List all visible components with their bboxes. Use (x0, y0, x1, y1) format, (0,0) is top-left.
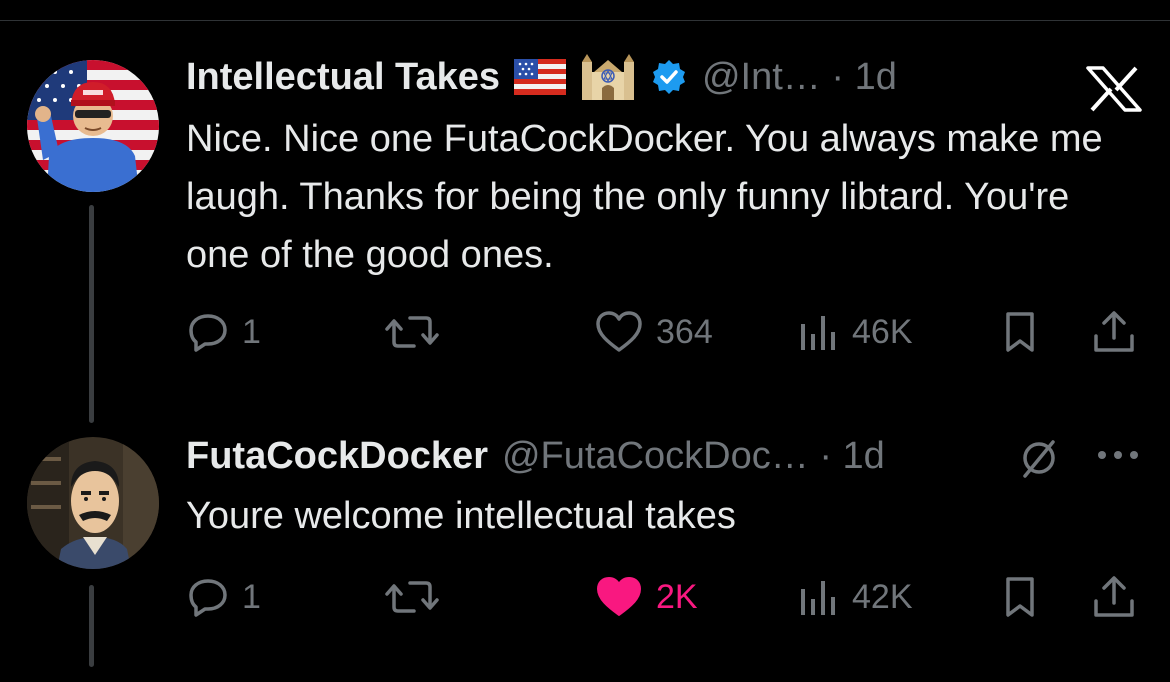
us-flag-emoji (513, 59, 566, 95)
retweet-icon (385, 581, 439, 613)
tweet-header: FutaCockDocker @FutaCockDoc… · 1d (186, 433, 885, 479)
handle-meta: @Int… · 1d (702, 56, 897, 99)
synagogue-emoji (580, 54, 636, 100)
tweet[interactable]: FutaCockDocker @FutaCockDoc… · 1d Youre … (0, 420, 1170, 682)
retweet-button[interactable] (384, 307, 452, 357)
reply-icon (189, 314, 227, 352)
avatar[interactable] (27, 437, 159, 569)
views-count: 42K (852, 577, 913, 616)
like-button[interactable]: 364 (594, 307, 713, 357)
like-button[interactable]: 2K (594, 572, 698, 622)
bookmark-icon (1006, 577, 1034, 617)
bookmark-button[interactable] (998, 307, 1042, 357)
views-button[interactable]: 42K (796, 572, 913, 622)
like-count: 364 (656, 312, 713, 351)
heart-icon (597, 577, 641, 616)
action-bar: 1 2K 42K (186, 572, 1146, 622)
handle-meta: @FutaCockDoc… · 1d (502, 435, 885, 478)
verified-badge-icon (650, 58, 688, 96)
display-name[interactable]: Intellectual Takes (186, 56, 500, 99)
handle[interactable]: @FutaCockDoc… (502, 435, 809, 477)
views-bar-chart-icon (801, 581, 835, 615)
separator: · (819, 434, 832, 477)
avatar[interactable] (27, 60, 159, 192)
tweet[interactable]: Intellectual Takes @Int… · 1d Nice. Nice… (0, 0, 1170, 420)
heart-icon (596, 311, 642, 352)
tweet-text: Youre welcome intellectual takes (186, 495, 736, 537)
views-bar-chart-icon (801, 316, 835, 350)
bookmark-icon (1006, 312, 1034, 352)
timestamp[interactable]: 1d (843, 435, 885, 477)
share-button[interactable] (1090, 307, 1138, 357)
share-icon (1094, 311, 1134, 352)
display-name[interactable]: FutaCockDocker (186, 435, 488, 478)
views-count: 46K (852, 312, 913, 351)
tweet-header: Intellectual Takes @Int… · 1d (186, 54, 897, 100)
slashed-circle-icon[interactable] (1015, 434, 1063, 487)
more-horizontal-icon[interactable] (1096, 445, 1140, 470)
like-count: 2K (656, 577, 698, 616)
share-icon (1094, 576, 1134, 617)
share-button[interactable] (1090, 572, 1138, 622)
views-button[interactable]: 46K (796, 307, 913, 357)
action-bar: 1 364 46K (186, 307, 1146, 357)
reply-count: 1 (242, 312, 261, 351)
reply-button[interactable]: 1 (186, 307, 261, 357)
bookmark-button[interactable] (998, 572, 1042, 622)
reply-count: 1 (242, 577, 261, 616)
timestamp[interactable]: 1d (855, 56, 897, 98)
reply-icon (189, 579, 227, 617)
tweet-text: Nice. Nice one FutaCockDocker. You alway… (186, 118, 1103, 276)
retweet-button[interactable] (384, 572, 452, 622)
separator: · (831, 55, 845, 98)
handle[interactable]: @Int… (702, 56, 821, 98)
retweet-icon (385, 316, 439, 348)
reply-button[interactable]: 1 (186, 572, 261, 622)
